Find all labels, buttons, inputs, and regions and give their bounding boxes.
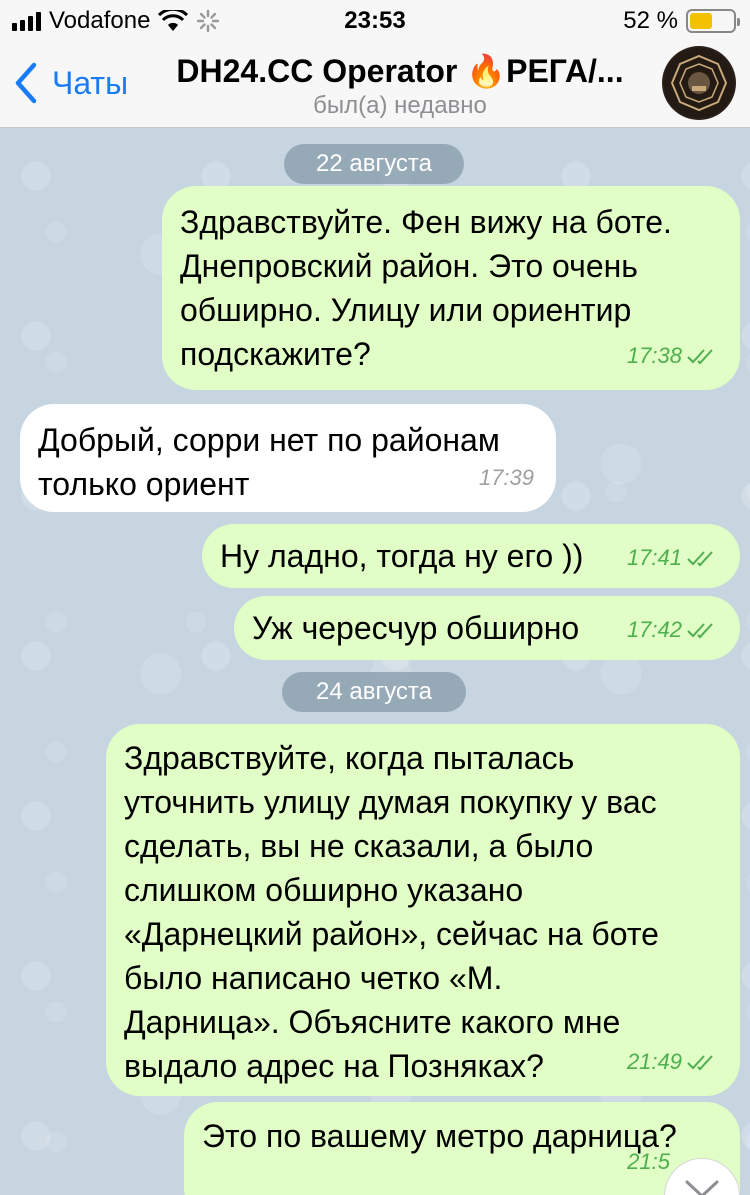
- message-text: Это по вашему метро дарница?: [202, 1118, 677, 1154]
- message-time: 17:41: [626, 545, 682, 570]
- chat-header: Чаты DH24.CC Operator 🔥РЕГА/... был(а) н…: [0, 40, 750, 128]
- avatar[interactable]: [662, 46, 736, 120]
- date-separator: 22 августа: [284, 144, 464, 184]
- chevron-left-icon: [15, 62, 37, 104]
- message-meta: 17:41: [627, 536, 718, 580]
- message-bubble-outgoing[interactable]: Уж чересчур обширно 17:42: [234, 596, 740, 660]
- read-checks-icon: [687, 1055, 713, 1071]
- battery-percent: 52 %: [623, 7, 678, 34]
- date-separator: 24 августа: [282, 672, 466, 712]
- message-text: Здравствуйте, когда пыталась уточнить ул…: [124, 740, 659, 1084]
- message-time: 21:49: [626, 1049, 682, 1074]
- chevron-down-icon: [685, 1180, 719, 1195]
- back-label: Чаты: [52, 64, 129, 101]
- message-bubble-outgoing[interactable]: Здравствуйте. Фен вижу на боте. Днепровс…: [162, 186, 740, 390]
- dharma-logo-icon: [664, 48, 734, 118]
- battery-icon: [686, 9, 740, 33]
- message-time: 17:42: [626, 617, 682, 642]
- message-text: Добрый, сорри нет по районам только орие…: [38, 422, 500, 502]
- last-seen-status: был(а) недавно: [313, 92, 487, 119]
- message-bubble-incoming[interactable]: Добрый, сорри нет по районам только орие…: [20, 404, 556, 512]
- message-meta: 21:5: [627, 1140, 670, 1184]
- read-checks-icon: [687, 623, 713, 639]
- message-text: Ну ладно, тогда ну его )): [220, 538, 584, 574]
- status-bar: Vodafone 23:53 52 %: [0, 0, 750, 40]
- message-text: Уж чересчур обширно: [252, 610, 580, 646]
- message-bubble-outgoing[interactable]: Здравствуйте, когда пыталась уточнить ул…: [106, 724, 740, 1096]
- read-checks-icon: [687, 551, 713, 567]
- message-bubble-outgoing[interactable]: Ну ладно, тогда ну его )) 17:41: [202, 524, 740, 588]
- message-time: 17:38: [626, 343, 682, 368]
- chat-title: DH24.CC Operator 🔥РЕГА/...: [176, 53, 624, 89]
- read-checks-icon: [687, 349, 713, 365]
- message-meta: 17:38: [627, 334, 718, 378]
- message-time: 17:39: [478, 465, 534, 490]
- message-meta: 17:42: [627, 608, 718, 652]
- back-button[interactable]: Чаты: [14, 62, 128, 104]
- chat-info[interactable]: DH24.CC Operator 🔥РЕГА/... был(а) недавн…: [150, 52, 650, 120]
- message-bubble-outgoing[interactable]: Это по вашему метро дарница? 21:5: [184, 1102, 740, 1195]
- message-meta: 17:39: [479, 456, 534, 500]
- message-time: 21:5: [627, 1149, 670, 1174]
- message-meta: 21:49: [627, 1040, 718, 1084]
- message-text: Здравствуйте. Фен вижу на боте. Днепровс…: [180, 204, 672, 372]
